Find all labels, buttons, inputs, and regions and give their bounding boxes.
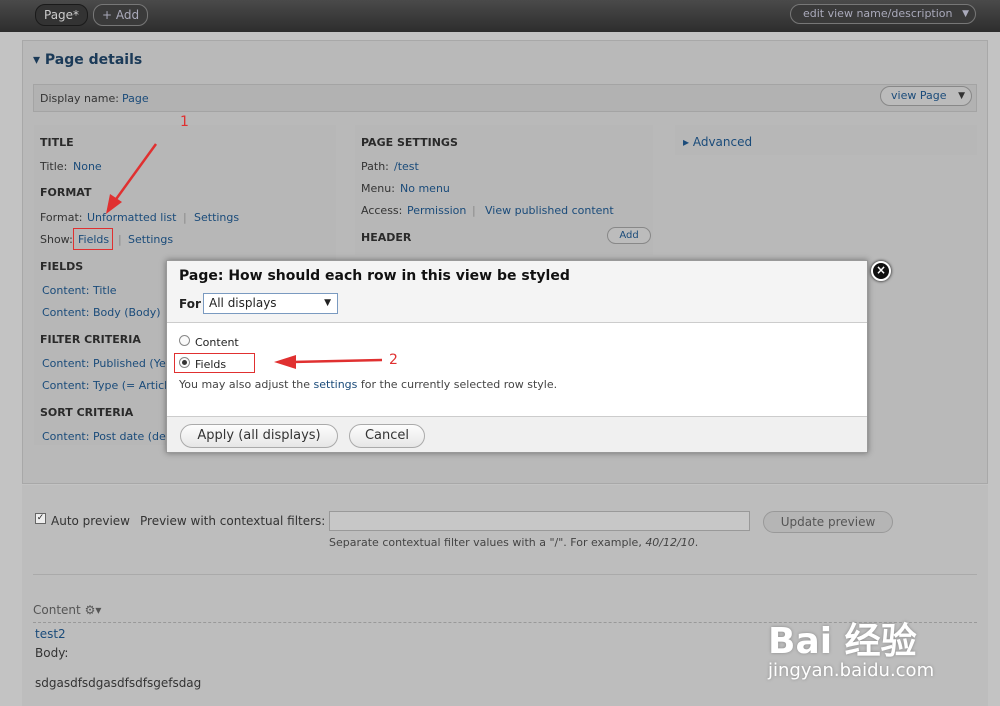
add-header-button[interactable]: Add [607, 227, 651, 244]
separator: | [183, 211, 187, 224]
title-label: Title: [40, 160, 68, 173]
title-heading: TITLE [40, 136, 74, 149]
access-permission-link[interactable]: View published content [485, 204, 614, 217]
annotation-box-fields [73, 228, 113, 250]
apply-all-displays-button[interactable]: Apply (all displays) [180, 424, 338, 448]
auto-preview-label: Auto preview [51, 514, 130, 528]
radio-content[interactable] [179, 335, 190, 346]
filter-item[interactable]: Content: Published (Ye [42, 357, 166, 370]
watermark-url: jingyan.baidu.com [768, 660, 935, 681]
format-heading: FORMAT [40, 186, 92, 199]
contextual-filters-hint: Separate contextual filter values with a… [329, 536, 699, 549]
format-label: Format: [40, 211, 83, 224]
separator: | [118, 233, 122, 246]
annotation-arrow-2 [274, 355, 383, 369]
update-preview-button[interactable]: Update preview [763, 511, 893, 533]
edit-view-name-button[interactable]: edit view name/description ▼ [790, 4, 976, 24]
display-name-link[interactable]: Page [122, 92, 149, 105]
view-page-label: view Page [891, 89, 947, 102]
chevron-right-icon: ▸ [683, 135, 693, 149]
annotation-box-fields-option [174, 353, 255, 373]
dialog-title: Page: How should each row in this view b… [179, 268, 570, 284]
separator: | [472, 204, 476, 217]
tab-page[interactable]: Page* [35, 4, 89, 26]
preview-body-text: sdgasdfsdgasdfsdfsgefsdag [35, 676, 202, 690]
path-label: Path: [361, 160, 389, 173]
title-value-link[interactable]: None [73, 160, 102, 173]
display-tabs-bar: Page* + Add edit view name/description ▼ [0, 0, 1000, 32]
for-label: For [179, 297, 201, 311]
dialog-header: Page: How should each row in this view b… [167, 261, 867, 323]
annotation-number-2: 2 [389, 352, 398, 368]
chevron-down-icon: ▼ [958, 91, 965, 101]
dialog-footer: Apply (all displays) Cancel [167, 416, 867, 452]
menu-link[interactable]: No menu [400, 182, 450, 195]
annotation-number-1: 1 [180, 114, 189, 130]
display-name-bar: Display name: Page [33, 84, 977, 112]
access-label: Access: [361, 204, 403, 217]
auto-preview-checkbox[interactable]: ✓ [35, 513, 46, 524]
divider [33, 574, 977, 575]
advanced-toggle[interactable]: ▸ Advanced [683, 135, 752, 149]
settings-link[interactable]: settings [314, 378, 358, 391]
contextual-filters-label: Preview with contextual filters: [140, 514, 326, 528]
chevron-down-icon: ▼ [962, 9, 969, 19]
preview-body-label: Body: [35, 646, 69, 660]
chevron-down-icon: ▾ [33, 52, 45, 68]
for-displays-value: All displays [209, 296, 277, 310]
preview-item-title-link[interactable]: test2 [35, 627, 66, 641]
edit-view-label: edit view name/description [803, 7, 953, 20]
menu-label: Menu: [361, 182, 395, 195]
header-heading: HEADER [361, 231, 412, 244]
annotation-arrow-1 [106, 143, 158, 214]
settings-note: You may also adjust the settings for the… [179, 378, 558, 391]
page-details-heading[interactable]: ▾ Page details [33, 52, 142, 68]
radio-content-label[interactable]: Content [195, 336, 239, 349]
view-page-button[interactable]: view Page ▼ [880, 86, 972, 106]
filter-criteria-heading: FILTER CRITERIA [40, 333, 141, 346]
path-link[interactable]: /test [394, 160, 419, 173]
chevron-down-icon: ▼ [324, 298, 331, 308]
close-icon[interactable]: × [871, 261, 891, 281]
content-label: Content ⚙▾ [33, 603, 102, 617]
show-settings-link[interactable]: Settings [128, 233, 173, 246]
page-settings-heading: PAGE SETTINGS [361, 136, 458, 149]
sort-item[interactable]: Content: Post date (des [42, 430, 172, 443]
for-displays-select[interactable]: All displays ▼ [203, 293, 338, 314]
baidu-watermark: Bai 经验 jingyan.baidu.com [768, 600, 988, 700]
add-display-button[interactable]: + Add [93, 4, 149, 26]
contextual-filters-input[interactable] [329, 511, 750, 531]
field-item[interactable]: Content: Title [42, 284, 117, 297]
access-link[interactable]: Permission [407, 204, 466, 217]
gear-icon[interactable]: ⚙▾ [85, 603, 102, 617]
cancel-button[interactable]: Cancel [349, 424, 425, 448]
filter-item[interactable]: Content: Type (= Articl [42, 379, 167, 392]
field-item[interactable]: Content: Body (Body) [42, 306, 161, 319]
watermark-logo: Bai 经验 [768, 621, 917, 662]
format-settings-link[interactable]: Settings [194, 211, 239, 224]
show-label: Show: [40, 233, 73, 246]
display-name-label: Display name: [40, 92, 119, 105]
sort-criteria-heading: SORT CRITERIA [40, 406, 134, 419]
fields-heading: FIELDS [40, 260, 84, 273]
